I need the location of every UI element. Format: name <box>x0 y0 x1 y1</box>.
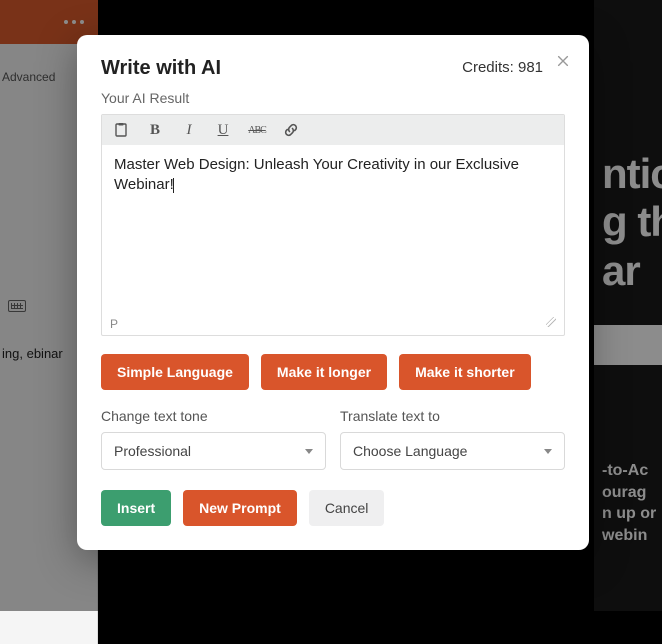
modal-title: Write with AI <box>101 57 221 80</box>
resize-handle-icon[interactable] <box>546 317 556 327</box>
simple-language-button[interactable]: Simple Language <box>101 354 249 390</box>
editor-textarea[interactable]: Master Web Design: Unleash Your Creativi… <box>102 145 564 315</box>
language-value: Choose Language <box>353 443 467 459</box>
make-longer-button[interactable]: Make it longer <box>261 354 387 390</box>
italic-icon[interactable]: I <box>180 121 198 139</box>
underline-icon[interactable]: U <box>214 121 232 139</box>
chevron-down-icon <box>544 449 552 454</box>
paste-icon[interactable] <box>112 121 130 139</box>
rich-text-editor: B I U ABC Master Web Design: Unleash You… <box>101 114 565 336</box>
credits-count: Credits: 981 <box>462 59 543 76</box>
result-label: Your AI Result <box>101 90 565 106</box>
tone-select[interactable]: Professional <box>101 432 326 470</box>
close-icon[interactable] <box>553 53 573 73</box>
strikethrough-icon[interactable]: ABC <box>248 121 266 139</box>
link-icon[interactable] <box>282 121 300 139</box>
tone-label: Change text tone <box>101 408 326 424</box>
tone-value: Professional <box>114 443 191 459</box>
insert-button[interactable]: Insert <box>101 490 171 526</box>
generated-text: Master Web Design: Unleash Your Creativi… <box>114 156 519 193</box>
new-prompt-button[interactable]: New Prompt <box>183 490 297 526</box>
element-path: P <box>110 317 118 331</box>
chevron-down-icon <box>305 449 313 454</box>
bold-icon[interactable]: B <box>146 121 164 139</box>
language-select[interactable]: Choose Language <box>340 432 565 470</box>
make-shorter-button[interactable]: Make it shorter <box>399 354 531 390</box>
translate-label: Translate text to <box>340 408 565 424</box>
editor-toolbar: B I U ABC <box>102 115 564 145</box>
cancel-button[interactable]: Cancel <box>309 490 385 526</box>
write-with-ai-modal: Write with AI Credits: 981 Your AI Resul… <box>77 35 589 550</box>
